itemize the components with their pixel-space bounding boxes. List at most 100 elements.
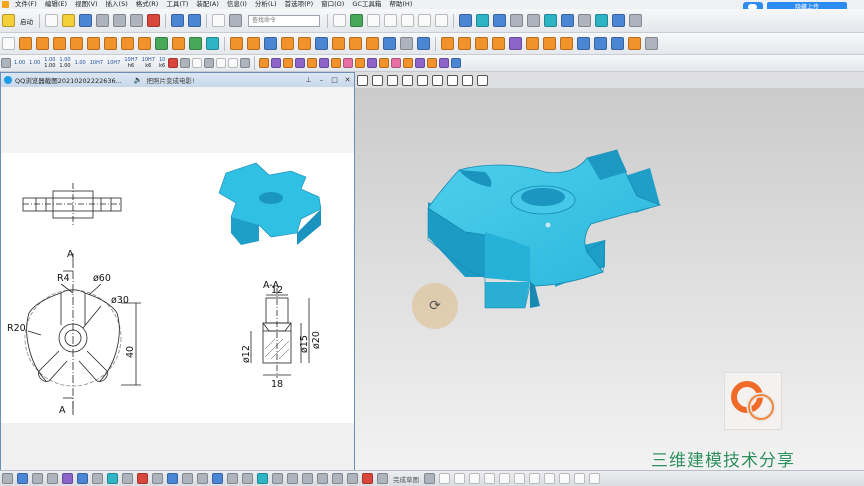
- surface-finish-icon[interactable]: [180, 58, 191, 68]
- pmi-icon[interactable]: [1, 58, 11, 68]
- subdivide-icon[interactable]: [319, 58, 330, 68]
- unite-icon[interactable]: [155, 37, 168, 50]
- offset-face-icon[interactable]: [315, 37, 328, 50]
- blend-icon[interactable]: [206, 37, 219, 50]
- speaker-icon[interactable]: 🔈: [134, 76, 143, 84]
- render-icon[interactable]: [612, 14, 625, 27]
- circle-icon[interactable]: [417, 74, 428, 86]
- shape-icon[interactable]: [403, 58, 414, 68]
- sketch-tool-icon[interactable]: [107, 473, 118, 484]
- sketch-tool-icon[interactable]: [167, 473, 178, 484]
- line-icon[interactable]: [216, 58, 227, 68]
- fit-label[interactable]: 10H7: [90, 60, 103, 66]
- part-3d-view[interactable]: [355, 72, 864, 470]
- command-search-input[interactable]: [248, 14, 320, 27]
- sketch-tool-icon[interactable]: [484, 473, 495, 484]
- mesh-icon[interactable]: [259, 58, 270, 68]
- image-viewer-window[interactable]: QQ浏览器截图20210202222636... 🔈 把照片变成电影! ⊥ – …: [0, 72, 355, 472]
- pocket-icon[interactable]: [87, 37, 100, 50]
- extrude-icon[interactable]: [19, 37, 32, 50]
- menu-insert[interactable]: 插入(S): [102, 0, 132, 9]
- fit-tolerance-label[interactable]: 10H7 k6: [142, 57, 155, 69]
- sketch-tool-icon[interactable]: [62, 473, 73, 484]
- select-curve-icon[interactable]: [384, 14, 397, 27]
- paste-face-icon[interactable]: [560, 37, 573, 50]
- shaded-view-icon[interactable]: [459, 14, 472, 27]
- synchronous-modeling-icon[interactable]: [526, 37, 539, 50]
- remesh-icon[interactable]: [427, 58, 438, 68]
- sketch-tool-icon[interactable]: [544, 473, 555, 484]
- tolerance-label[interactable]: 1.00: [29, 60, 40, 66]
- sweep-icon[interactable]: [628, 37, 641, 50]
- sketch-tool-icon[interactable]: [574, 473, 585, 484]
- menu-window[interactable]: 窗口(O): [317, 0, 348, 9]
- separate-icon[interactable]: [367, 58, 378, 68]
- datum-axis-icon[interactable]: [400, 37, 413, 50]
- sketch-tool-icon[interactable]: [272, 473, 283, 484]
- sketch-tool-icon[interactable]: [362, 473, 373, 484]
- pad-icon[interactable]: [104, 37, 117, 50]
- delete-face-icon[interactable]: [492, 37, 505, 50]
- merge-icon[interactable]: [355, 58, 366, 68]
- sketch-tool-icon[interactable]: [332, 473, 343, 484]
- sketch-tool-icon[interactable]: [529, 473, 540, 484]
- sketch-tool-icon[interactable]: [317, 473, 328, 484]
- pattern-icon[interactable]: [281, 37, 294, 50]
- copy-face-icon[interactable]: [543, 37, 556, 50]
- resize-blend-icon[interactable]: [509, 37, 522, 50]
- replace-face-icon[interactable]: [475, 37, 488, 50]
- fill-hole-icon[interactable]: [307, 58, 318, 68]
- graphics-viewport[interactable]: [355, 72, 864, 470]
- start-icon[interactable]: [2, 14, 15, 27]
- sketch-tool-icon[interactable]: [182, 473, 193, 484]
- slot-icon[interactable]: [121, 37, 134, 50]
- finish-sketch-icon[interactable]: [377, 473, 388, 484]
- note-icon[interactable]: [192, 58, 203, 68]
- balloon-icon[interactable]: [204, 58, 215, 68]
- view-settings-icon[interactable]: [451, 58, 462, 68]
- sketch-tool-icon[interactable]: [469, 473, 480, 484]
- fit-tolerance-label[interactable]: 10H7: [107, 60, 120, 66]
- sketch-tool-icon[interactable]: [212, 473, 223, 484]
- cut-icon[interactable]: [96, 14, 109, 27]
- shell-icon[interactable]: [247, 37, 260, 50]
- pan-icon[interactable]: [544, 14, 557, 27]
- sketch-tool-icon[interactable]: [257, 473, 268, 484]
- sketch-tool-icon[interactable]: [32, 473, 43, 484]
- line-icon[interactable]: [357, 74, 368, 86]
- through-curves-icon[interactable]: [611, 37, 624, 50]
- menu-assembly[interactable]: 装配(A): [192, 0, 223, 9]
- paste-icon[interactable]: [130, 14, 143, 27]
- fit-tolerance-label[interactable]: 10H7 h6: [124, 57, 137, 69]
- layer-icon[interactable]: [561, 14, 574, 27]
- groove-icon[interactable]: [138, 37, 151, 50]
- pmi-label[interactable]: 1.00: [75, 60, 86, 66]
- chamfer-icon[interactable]: [230, 37, 243, 50]
- sketch-tool-icon[interactable]: [439, 473, 450, 484]
- sketch-tool-icon[interactable]: [17, 473, 28, 484]
- subtract-icon[interactable]: [172, 37, 185, 50]
- copy-icon[interactable]: [113, 14, 126, 27]
- tolerance-label[interactable]: 1.00 1.00: [59, 57, 70, 69]
- boss-icon[interactable]: [70, 37, 83, 50]
- surface-icon[interactable]: [577, 37, 590, 50]
- sketch-tool-icon[interactable]: [2, 473, 13, 484]
- pmi-label[interactable]: 1.00: [14, 60, 25, 66]
- split-body-icon[interactable]: [349, 37, 362, 50]
- sketch-tool-icon[interactable]: [499, 473, 510, 484]
- arc-icon[interactable]: [372, 74, 383, 86]
- viewer-title-bar[interactable]: QQ浏览器截图20210202222636... 🔈 把照片变成电影! ⊥ – …: [1, 73, 354, 87]
- sketch-tool-icon[interactable]: [197, 473, 208, 484]
- viewer-promo-link[interactable]: 把照片变成电影!: [147, 75, 195, 85]
- flip-normal-icon[interactable]: [343, 58, 354, 68]
- datum-feature-icon[interactable]: [168, 58, 179, 68]
- menu-view[interactable]: 视图(V): [71, 0, 102, 9]
- menu-help[interactable]: 帮助(H): [385, 0, 416, 9]
- grid-icon[interactable]: [462, 74, 473, 86]
- arrow-icon[interactable]: [240, 58, 251, 68]
- sketch-tool-icon[interactable]: [424, 473, 435, 484]
- crosshair-icon[interactable]: [432, 74, 443, 86]
- diagonal-icon[interactable]: [447, 74, 458, 86]
- point-icon[interactable]: [402, 74, 413, 86]
- decimate-icon[interactable]: [331, 58, 342, 68]
